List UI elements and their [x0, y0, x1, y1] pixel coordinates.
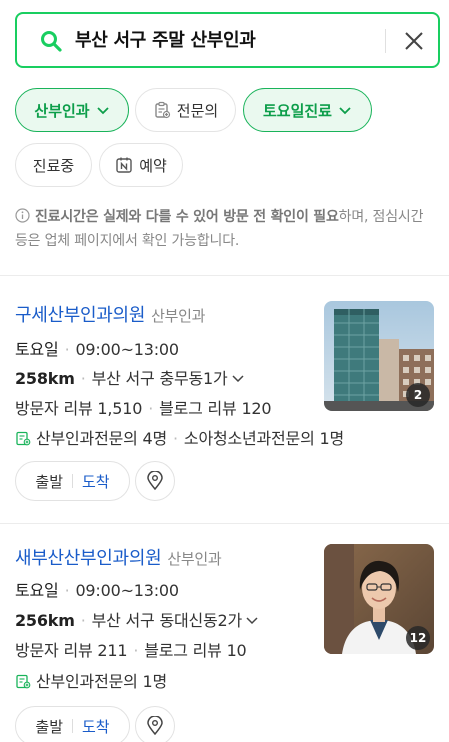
map-pin-button[interactable]	[135, 706, 175, 742]
filter-chip-label: 진료중	[32, 156, 75, 175]
filter-chip-open-now[interactable]: 진료중	[15, 143, 92, 187]
filter-chip-saturday[interactable]: 토요일진료	[243, 88, 372, 132]
filter-chip-reservation[interactable]: 예약	[99, 143, 183, 187]
route-button[interactable]: 출발 도착	[15, 461, 130, 501]
depart-button[interactable]: 출발	[35, 471, 63, 492]
chevron-down-icon[interactable]	[231, 371, 245, 385]
chevron-down-icon	[339, 107, 351, 115]
visitor-reviews[interactable]: 방문자 리뷰 1,510	[15, 399, 142, 418]
open-hours: 09:00~13:00	[75, 581, 179, 600]
place-name[interactable]: 새부산산부인과의원	[15, 548, 162, 569]
search-input[interactable]: 부산 서구 주말 산부인과	[75, 27, 256, 55]
open-hours: 09:00~13:00	[75, 340, 179, 359]
place-title[interactable]: 새부산산부인과의원 산부인과	[15, 544, 222, 570]
photo-count-badge: 2	[406, 383, 430, 407]
place-category: 산부인과	[167, 550, 222, 568]
map-pin-button[interactable]	[135, 461, 175, 501]
route-button[interactable]: 출발 도착	[15, 706, 130, 742]
specialist-count: 소아청소년과전문의 1명	[183, 429, 344, 448]
open-day: 토요일	[15, 340, 59, 359]
notice-bold-text: 진료시간은 실제와 다를 수 있어 방문 전 확인이 필요	[35, 209, 339, 225]
distance: 258km	[15, 369, 75, 388]
arrive-button[interactable]: 도착	[82, 471, 110, 492]
open-day: 토요일	[15, 581, 59, 600]
filter-chip-label: 예약	[139, 156, 167, 175]
chevron-down-icon	[96, 107, 109, 115]
specialist-icon	[16, 431, 31, 446]
place-name[interactable]: 구세산부인과의원	[15, 305, 145, 326]
address: 부산 서구 동대신동2가	[91, 611, 243, 630]
result-card: 구세산부인과의원 산부인과 토요일 · 09:00~13:00 258km · 부산 서구…	[0, 275, 449, 523]
chevron-down-icon[interactable]	[245, 613, 259, 627]
location-row[interactable]: 256km · 부산 서구 동대신동2가	[15, 607, 259, 631]
map-pin-icon	[147, 471, 163, 491]
place-category: 산부인과	[151, 307, 206, 325]
search-divider	[385, 29, 386, 53]
result-card: 새부산산부인과의원 산부인과 토요일 · 09:00~13:00 256km · 부산 서…	[0, 523, 449, 742]
search-bar[interactable]: 부산 서구 주말 산부인과	[15, 12, 440, 68]
address: 부산 서구 충무동1가	[91, 369, 228, 388]
specialists-row: 산부인과전문의 4명 · 소아청소년과전문의 1명	[15, 425, 344, 449]
clipboard-icon	[155, 101, 170, 119]
filter-chip-label: 전문의	[176, 101, 219, 120]
hours-notice: 진료시간은 실제와 다를 수 있어 방문 전 확인이 필요하며, 점심시간 등은…	[15, 205, 435, 253]
reviews-row[interactable]: 방문자 리뷰 211 · 블로그 리뷰 10	[15, 637, 247, 661]
hours-row: 토요일 · 09:00~13:00	[15, 581, 179, 600]
filter-chip-label: 토요일진료	[262, 101, 332, 120]
filter-chip-obgyn[interactable]: 산부인과	[15, 88, 129, 132]
place-title[interactable]: 구세산부인과의원 산부인과	[15, 301, 205, 327]
specialists-row: 산부인과전문의 1명	[15, 668, 167, 692]
specialist-count: 산부인과전문의 4명	[36, 429, 168, 448]
hours-row: 토요일 · 09:00~13:00	[15, 340, 179, 359]
blog-reviews[interactable]: 블로그 리뷰 10	[144, 641, 247, 660]
photo-count-badge: 12	[406, 626, 430, 650]
specialist-icon	[16, 674, 31, 689]
search-icon	[41, 31, 62, 52]
visitor-reviews[interactable]: 방문자 리뷰 211	[15, 641, 128, 660]
filter-chip-specialist[interactable]: 전문의	[135, 88, 236, 132]
location-row[interactable]: 258km · 부산 서구 충무동1가	[15, 365, 245, 389]
distance: 256km	[15, 611, 75, 630]
place-photo[interactable]: 12	[324, 544, 434, 654]
map-pin-icon	[147, 716, 163, 736]
close-icon[interactable]	[400, 27, 428, 55]
arrive-button[interactable]: 도착	[82, 716, 110, 737]
info-icon	[15, 208, 30, 223]
blog-reviews[interactable]: 블로그 리뷰 120	[159, 399, 272, 418]
filter-chip-label: 산부인과	[34, 101, 90, 120]
calendar-n-icon	[116, 157, 132, 173]
specialist-count: 산부인과전문의 1명	[36, 672, 168, 691]
depart-button[interactable]: 출발	[35, 716, 63, 737]
place-photo[interactable]: 2	[324, 301, 434, 411]
reviews-row[interactable]: 방문자 리뷰 1,510 · 블로그 리뷰 120	[15, 395, 272, 419]
